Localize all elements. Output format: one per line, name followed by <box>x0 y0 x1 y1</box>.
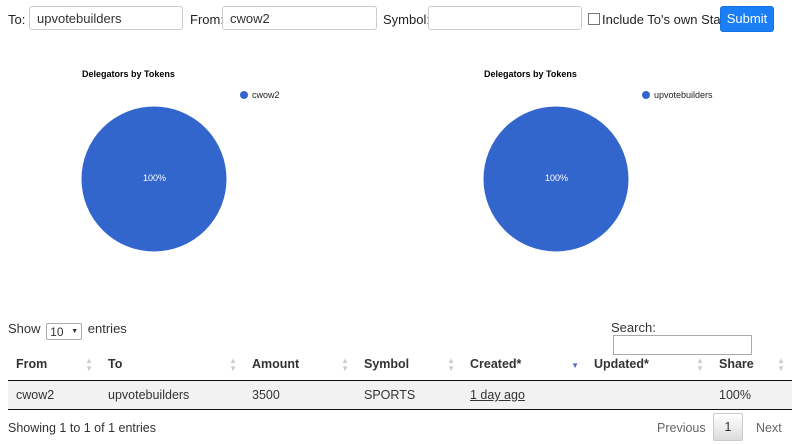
to-input[interactable]: upvotebuilders <box>29 6 183 30</box>
symbol-input[interactable] <box>428 6 582 30</box>
column-label: From <box>16 356 48 371</box>
table-header-row: From ▲ ▼ To ▲ ▼ Amount ▲ ▼ Symbol ▲ ▼ Created* ▼ … <box>8 347 792 381</box>
sort-icon: ▲ ▼ <box>85 356 93 373</box>
chart-cwow2: Delegators by Tokens cwow2 100% <box>0 62 400 272</box>
column-label: To <box>108 356 123 371</box>
caret-down-icon: ▼ <box>71 328 79 335</box>
cell-symbol: SPORTS <box>356 380 462 410</box>
previous-button[interactable]: Previous <box>657 421 706 435</box>
column-label: Share <box>719 356 754 371</box>
sort-icon: ▲ ▼ <box>777 356 785 373</box>
cell-amount: 3500 <box>244 380 356 410</box>
column-label: Updated* <box>594 356 649 371</box>
entries-label: entries <box>87 321 127 336</box>
sort-icon: ▲ ▼ <box>229 356 237 373</box>
filter-form: To: upvotebuilders From: cwow2 Symbol: I… <box>0 0 800 40</box>
sort-icon: ▲ ▼ <box>341 356 349 373</box>
from-label: From: <box>190 12 224 27</box>
column-header-from[interactable]: From ▲ ▼ <box>8 347 100 381</box>
cell-to: upvotebuilders <box>100 380 244 410</box>
column-header-updated[interactable]: Updated* ▲ ▼ <box>586 347 711 381</box>
next-button[interactable]: Next <box>756 421 782 435</box>
sort-icon: ▲ ▼ <box>447 356 455 373</box>
column-label: Amount <box>252 356 300 371</box>
column-header-to[interactable]: To ▲ ▼ <box>100 347 244 381</box>
column-label: Symbol <box>364 356 410 371</box>
entries-select-value: 10 <box>50 325 64 339</box>
created-link[interactable]: 1 day ago <box>470 388 525 402</box>
include-stake-checkbox[interactable] <box>588 13 600 25</box>
column-header-amount[interactable]: Amount ▲ ▼ <box>244 347 356 381</box>
page-button-1[interactable]: 1 <box>713 413 743 441</box>
column-header-created[interactable]: Created* ▼ <box>462 347 586 381</box>
cell-share: 100% <box>711 380 792 410</box>
show-label: Show <box>8 321 41 336</box>
sort-desc-icon: ▼ <box>571 361 579 370</box>
slice-label: 100% <box>143 173 167 183</box>
cell-from: cwow2 <box>8 380 100 410</box>
search-label: Search: <box>611 320 656 335</box>
column-header-symbol[interactable]: Symbol ▲ ▼ <box>356 347 462 381</box>
slice-label: 100% <box>545 173 569 183</box>
entries-select[interactable]: 10 ▼ <box>46 323 83 340</box>
entries-length-control: Show 10 ▼ entries <box>8 321 127 340</box>
submit-button[interactable]: Submit <box>720 6 774 32</box>
pie-chart <box>80 105 228 253</box>
sort-icon: ▲ ▼ <box>696 356 704 373</box>
column-header-share[interactable]: Share ▲ ▼ <box>711 347 792 381</box>
include-stake-option[interactable]: Include To's own Stake <box>588 12 734 27</box>
symbol-label: Symbol: <box>383 12 430 27</box>
pie-chart <box>482 105 630 253</box>
include-stake-label: Include To's own Stake <box>602 12 735 27</box>
column-label: Created* <box>470 356 522 371</box>
chart-upvotebuilders: Delegators by Tokens upvotebuilders 100% <box>400 62 800 272</box>
cell-updated <box>586 380 711 410</box>
table-info: Showing 1 to 1 of 1 entries <box>8 421 157 435</box>
from-input[interactable]: cwow2 <box>222 6 377 30</box>
table-row: cwow2 upvotebuilders 3500 SPORTS 1 day a… <box>8 380 792 410</box>
delegations-table: From ▲ ▼ To ▲ ▼ Amount ▲ ▼ Symbol ▲ ▼ Created* ▼ … <box>8 347 792 410</box>
cell-created: 1 day ago <box>462 380 586 410</box>
to-label: To: <box>8 12 26 27</box>
